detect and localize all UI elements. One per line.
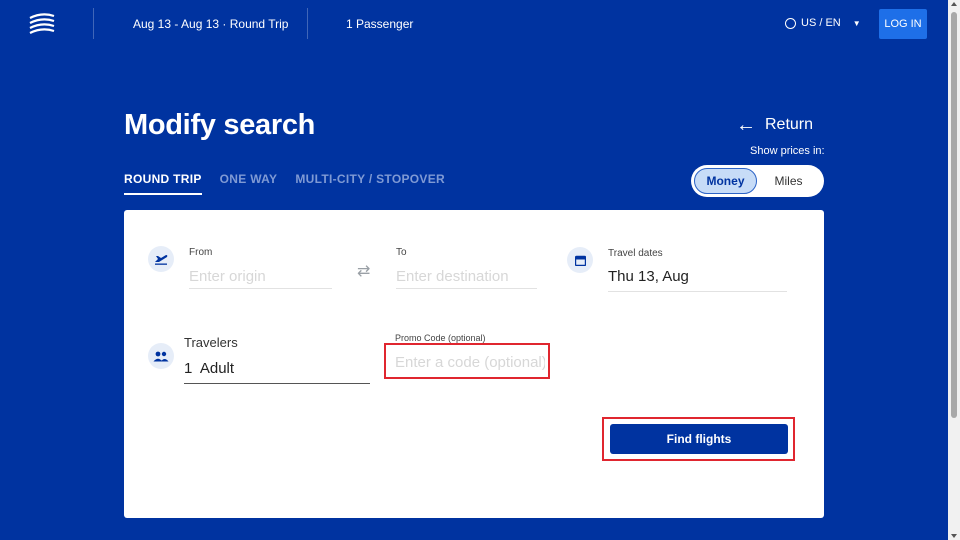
trip-summary[interactable]: Aug 13 - Aug 13 · Round Trip [133,17,288,31]
promo-code-field [384,343,550,379]
arrow-left-icon: ← [736,114,756,136]
return-link[interactable]: ← Return [736,114,814,136]
from-label: From [189,247,213,258]
show-prices-label: Show prices in: [750,145,825,157]
promo-code-input[interactable] [395,352,545,372]
origin-input[interactable] [189,265,332,289]
travelers-icon [148,343,174,369]
tab-round-trip[interactable]: ROUND TRIP [124,172,202,195]
globe-icon [785,17,796,29]
divider [307,8,308,39]
trip-type-tabs: ROUND TRIP ONE WAY MULTI-CITY / STOPOVER [124,172,445,195]
travel-dates-label: Travel dates [608,248,663,259]
destination-input[interactable] [396,265,537,289]
locale-label: US / EN [801,17,841,29]
top-bar: Aug 13 - Aug 13 · Round Trip 1 Passenger… [0,0,948,48]
money-option[interactable]: Money [694,168,757,194]
travel-dates-value[interactable]: Thu 13, Aug [608,268,787,292]
swap-arrows-icon[interactable]: ⇄ [357,264,370,280]
find-flights-highlight: Find flights [602,417,795,461]
return-label: Return [765,116,814,133]
promo-code-label: Promo Code (optional) [395,333,486,343]
passenger-summary[interactable]: 1 Passenger [346,17,413,31]
price-currency-toggle: Money Miles [691,165,824,197]
caret-down-icon: ▼ [852,18,861,28]
page-scrollbar[interactable] [948,0,960,540]
miles-option[interactable]: Miles [757,168,820,194]
divider [93,8,94,39]
tab-one-way[interactable]: ONE WAY [220,172,278,195]
tab-multi-city[interactable]: MULTI-CITY / STOPOVER [295,172,445,195]
calendar-icon [567,247,593,273]
travelers-value[interactable]: 1 Adult [184,360,370,384]
login-button[interactable]: LOG IN [879,9,927,39]
airline-logo-icon[interactable] [28,12,56,36]
find-flights-button[interactable]: Find flights [610,424,788,454]
search-form-card: From ⇄ To Travel dates Thu 13, Aug Trave… [124,210,824,518]
scroll-down-icon[interactable] [951,534,957,538]
to-label: To [396,247,407,258]
scrollbar-thumb[interactable] [951,12,957,418]
page-title: Modify search [124,109,316,141]
plane-takeoff-icon [148,246,174,272]
travelers-label: Travelers [184,335,238,350]
locale-selector[interactable]: US / EN ▼ [785,17,861,29]
scroll-up-icon[interactable] [951,2,957,6]
